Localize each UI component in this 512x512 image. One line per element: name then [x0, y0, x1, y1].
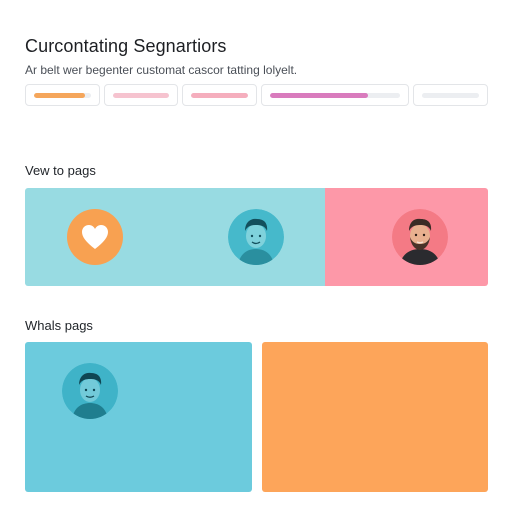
content-card-teal[interactable] — [25, 342, 252, 492]
heart-button[interactable] — [67, 209, 123, 265]
avatar-man-teal-2 — [62, 363, 118, 419]
progress-track — [422, 93, 479, 98]
section-label-whats: Whals pags — [25, 318, 93, 333]
avatar-man-teal — [228, 209, 284, 265]
content-card-orange[interactable] — [262, 342, 488, 492]
progress-track — [34, 93, 91, 98]
progress-fill — [191, 93, 248, 98]
progress-tab-4[interactable] — [261, 84, 409, 106]
progress-fill — [34, 93, 86, 98]
progress-tab-3[interactable] — [182, 84, 257, 106]
progress-fill — [270, 93, 368, 98]
progress-track — [113, 93, 169, 98]
progress-tab-1[interactable] — [25, 84, 100, 106]
progress-track — [270, 93, 400, 98]
avatar[interactable] — [62, 363, 118, 419]
progress-fill — [113, 93, 169, 98]
hero-left-panel — [25, 188, 325, 286]
avatar-man-beard — [392, 209, 448, 265]
progress-track — [191, 93, 248, 98]
hero-card[interactable] — [25, 188, 488, 286]
heart-icon — [82, 225, 108, 249]
avatar[interactable] — [228, 209, 284, 265]
page-title: Curcontating Segnartiors — [25, 36, 227, 56]
section-label-view: Vew to pags — [25, 163, 96, 178]
progress-tab-bar — [25, 84, 488, 106]
progress-tab-2[interactable] — [104, 84, 178, 106]
progress-tab-5[interactable] — [413, 84, 488, 106]
hero-right-panel — [325, 188, 488, 286]
page-subtitle: Ar belt wer begenter customat cascor tat… — [25, 63, 298, 77]
avatar[interactable] — [392, 209, 448, 265]
